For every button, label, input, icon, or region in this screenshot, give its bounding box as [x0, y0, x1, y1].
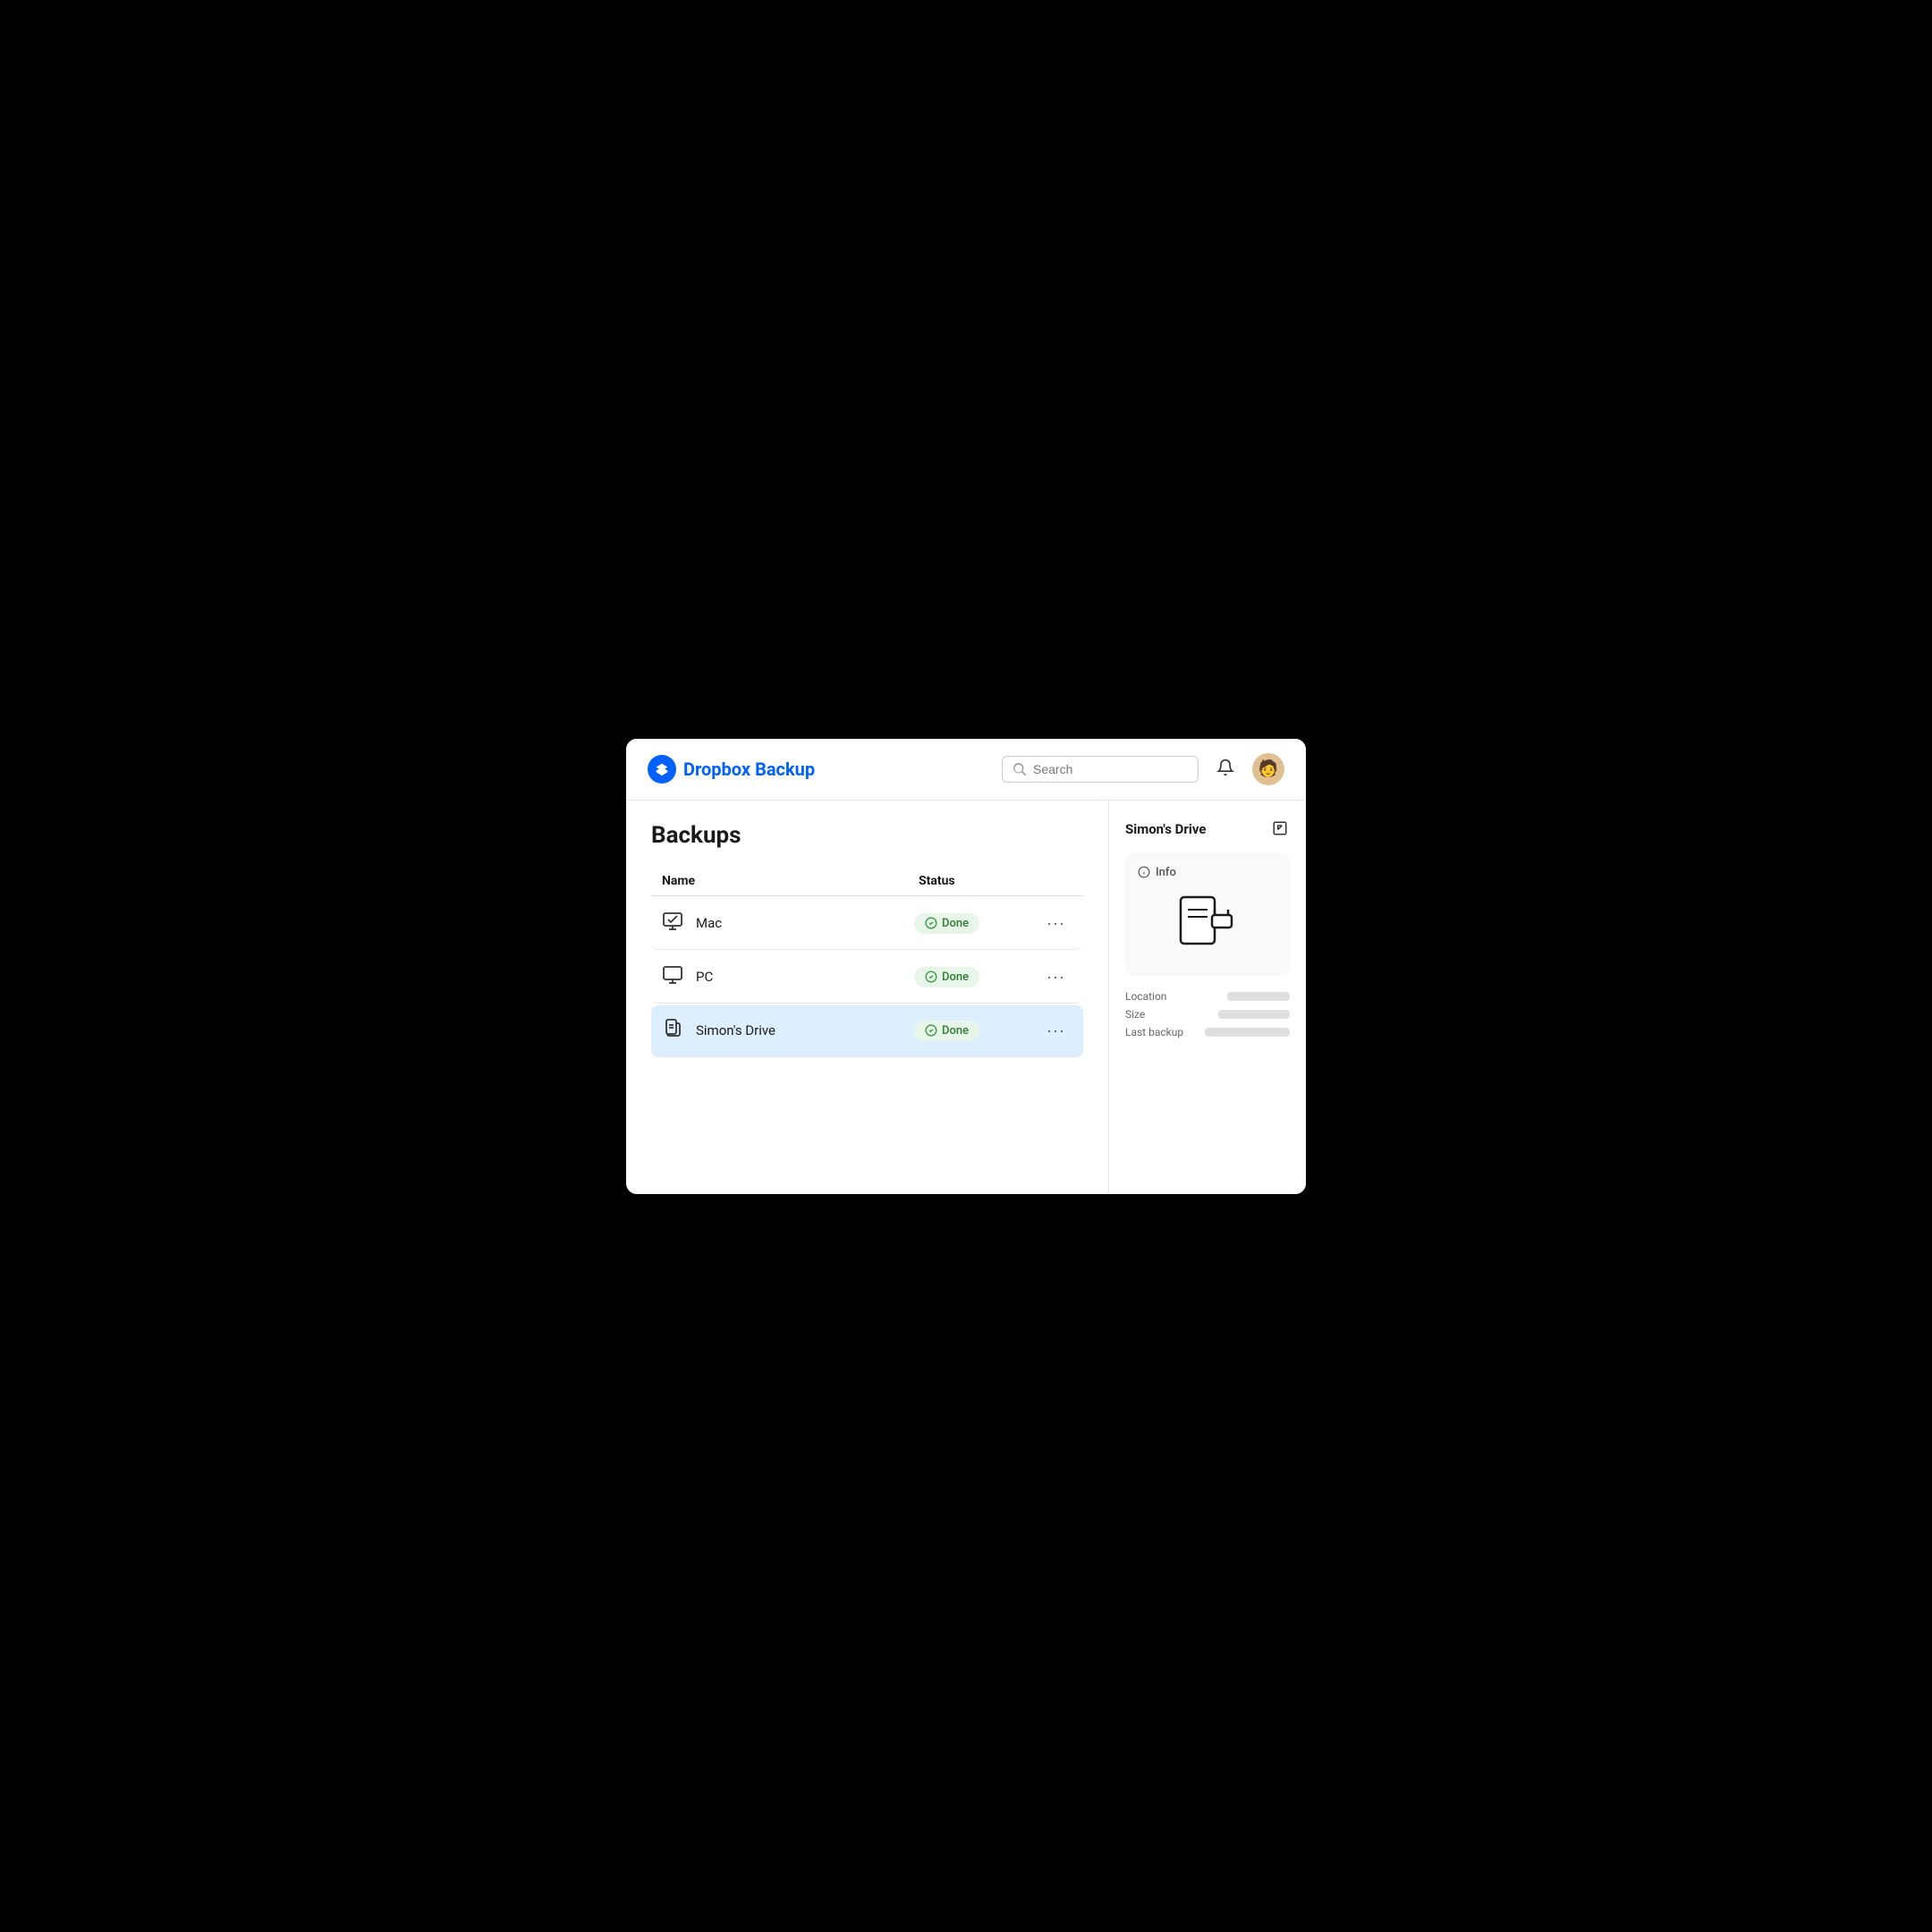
main-content: Backups Name Status Mac — [626, 801, 1306, 1194]
size-value — [1218, 1010, 1290, 1019]
panel-title: Simon's Drive — [1125, 821, 1206, 837]
header: Dropbox Backup 🧑 — [626, 739, 1306, 801]
app-window: Dropbox Backup 🧑 Back — [626, 739, 1306, 1194]
page-title: Backups — [651, 822, 1083, 849]
notifications-button[interactable] — [1213, 755, 1238, 783]
pc-more-button[interactable]: ··· — [1039, 964, 1072, 990]
avatar[interactable]: 🧑 — [1252, 753, 1284, 785]
header-right: 🧑 — [1002, 753, 1284, 785]
search-icon — [1013, 763, 1026, 775]
check-circle-icon — [925, 970, 937, 983]
table-header: Name Status — [651, 867, 1083, 896]
last-backup-value — [1205, 1028, 1290, 1037]
mac-more-button[interactable]: ··· — [1039, 911, 1072, 936]
size-detail: Size — [1125, 1008, 1290, 1021]
right-panel: Simon's Drive Info — [1109, 801, 1306, 1194]
simons-drive-name: Simon's Drive — [696, 1022, 914, 1038]
pc-status: Done — [914, 967, 1039, 987]
simons-drive-status: Done — [914, 1021, 1039, 1041]
export-button[interactable] — [1270, 818, 1290, 841]
table-row[interactable]: Simon's Drive Done ··· — [651, 1005, 1083, 1057]
dropbox-logo-icon — [648, 755, 676, 784]
info-section: Info — [1125, 853, 1290, 976]
pc-icon — [662, 964, 683, 989]
table-row[interactable]: PC Done ··· — [651, 952, 1083, 1004]
panel-title-row: Simon's Drive — [1125, 818, 1290, 841]
search-input[interactable] — [1033, 762, 1187, 776]
bell-icon — [1216, 758, 1234, 776]
info-label: Info — [1138, 866, 1277, 879]
check-circle-icon — [925, 917, 937, 929]
mac-name: Mac — [696, 915, 914, 931]
simons-drive-more-button[interactable]: ··· — [1039, 1018, 1072, 1044]
logo-area: Dropbox Backup — [648, 755, 815, 784]
pc-name: PC — [696, 969, 914, 985]
product-name: Backup — [755, 758, 815, 780]
table-row[interactable]: Mac Done ··· — [651, 898, 1083, 950]
detail-rows: Location Size Last backup — [1125, 990, 1290, 1038]
location-value — [1227, 992, 1290, 1001]
left-panel: Backups Name Status Mac — [626, 801, 1109, 1194]
col-name-header: Name — [662, 874, 919, 888]
export-icon — [1272, 820, 1288, 836]
location-label: Location — [1125, 990, 1166, 1003]
brand-name: Dropbox — [683, 758, 750, 780]
size-label: Size — [1125, 1008, 1145, 1021]
info-icon — [1138, 866, 1150, 878]
mac-status: Done — [914, 913, 1039, 934]
check-circle-icon — [925, 1024, 937, 1037]
search-box[interactable] — [1002, 756, 1199, 783]
mac-icon — [662, 911, 683, 936]
location-detail: Location — [1125, 990, 1290, 1003]
drive-icon — [662, 1018, 683, 1043]
col-status-header: Status — [919, 874, 1044, 888]
last-backup-label: Last backup — [1125, 1026, 1183, 1038]
drive-illustration — [1138, 890, 1277, 953]
last-backup-detail: Last backup — [1125, 1026, 1290, 1038]
logo-text: Dropbox Backup — [683, 758, 815, 780]
